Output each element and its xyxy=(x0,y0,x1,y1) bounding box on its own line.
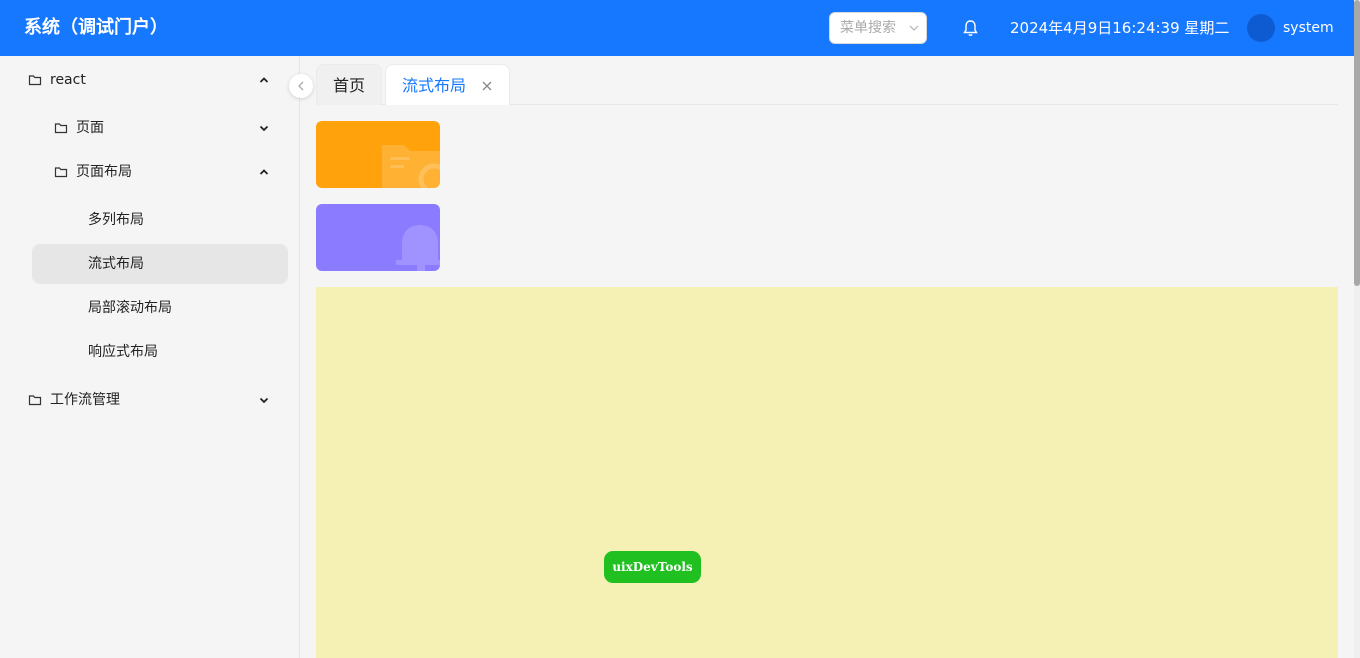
uixdevtools-button[interactable]: uixDevTools xyxy=(604,551,701,583)
flow-layout-area xyxy=(316,287,1338,658)
sidebar-item-label: 页面布局 xyxy=(76,164,132,180)
chevron-down-icon xyxy=(909,25,919,31)
tab-flow-layout[interactable]: 流式布局 xyxy=(385,64,510,105)
folder-icon xyxy=(54,123,68,134)
sidebar-item-label: 局部滚动布局 xyxy=(88,300,172,316)
folder-icon xyxy=(382,145,440,188)
sidebar-collapse-button[interactable] xyxy=(289,74,313,98)
sidebar-item-label: 多列布局 xyxy=(88,212,144,228)
orange-card[interactable] xyxy=(316,121,440,188)
tab-label: 首页 xyxy=(333,76,366,95)
chevron-left-icon xyxy=(298,81,304,91)
user-avatar[interactable] xyxy=(1247,14,1275,42)
current-datetime: 2024年4月9日16:24:39 星期二 xyxy=(1010,19,1230,37)
sidebar-item-label: 工作流管理 xyxy=(50,392,120,408)
sidebar-item-pages[interactable]: 页面 xyxy=(0,108,300,148)
app-title: 系统（调试门户） xyxy=(24,17,168,38)
username[interactable]: system xyxy=(1283,18,1334,38)
sidebar-menu: react 页面 页面布局 多列布局 流式布局 局部滚动布局 响应式布局 工作流… xyxy=(0,56,300,658)
scrollbar-thumb[interactable] xyxy=(1354,0,1360,286)
chevron-up-icon xyxy=(259,77,269,83)
sidebar-item-page-layout[interactable]: 页面布局 xyxy=(0,152,300,192)
bell-icon xyxy=(396,225,440,271)
close-icon[interactable] xyxy=(481,80,493,92)
folder-icon xyxy=(28,395,42,406)
menu-search-select[interactable]: 菜单搜索 xyxy=(829,12,927,44)
sidebar-item-multi-column-layout[interactable]: 多列布局 xyxy=(0,200,300,240)
menu-search-placeholder: 菜单搜索 xyxy=(840,20,896,36)
chevron-down-icon xyxy=(259,397,269,404)
page-tabs: 首页 流式布局 xyxy=(316,64,1338,105)
sidebar-item-react[interactable]: react xyxy=(0,60,300,100)
sidebar-item-label: 页面 xyxy=(76,120,104,136)
chevron-up-icon xyxy=(259,169,269,175)
chevron-down-icon xyxy=(259,125,269,132)
sidebar-item-label: 响应式布局 xyxy=(88,344,158,360)
sidebar-item-flow-layout[interactable]: 流式布局 xyxy=(32,244,288,284)
sidebar-item-responsive-layout[interactable]: 响应式布局 xyxy=(0,332,300,372)
bell-icon[interactable] xyxy=(962,19,979,37)
folder-icon xyxy=(54,167,68,178)
sidebar-item-label: react xyxy=(50,72,86,88)
sidebar-item-label: 流式布局 xyxy=(88,256,144,272)
tab-label: 流式布局 xyxy=(402,76,467,95)
page-scrollbar[interactable] xyxy=(1354,0,1360,658)
top-header: 系统（调试门户） 菜单搜索 2024年4月9日16:24:39 星期二 syst… xyxy=(0,0,1354,56)
tab-home[interactable]: 首页 xyxy=(316,64,382,105)
folder-icon xyxy=(28,75,42,86)
sidebar-item-partial-scroll-layout[interactable]: 局部滚动布局 xyxy=(0,288,300,328)
sidebar-item-workflow-management[interactable]: 工作流管理 xyxy=(0,380,300,420)
purple-card[interactable] xyxy=(316,204,440,271)
